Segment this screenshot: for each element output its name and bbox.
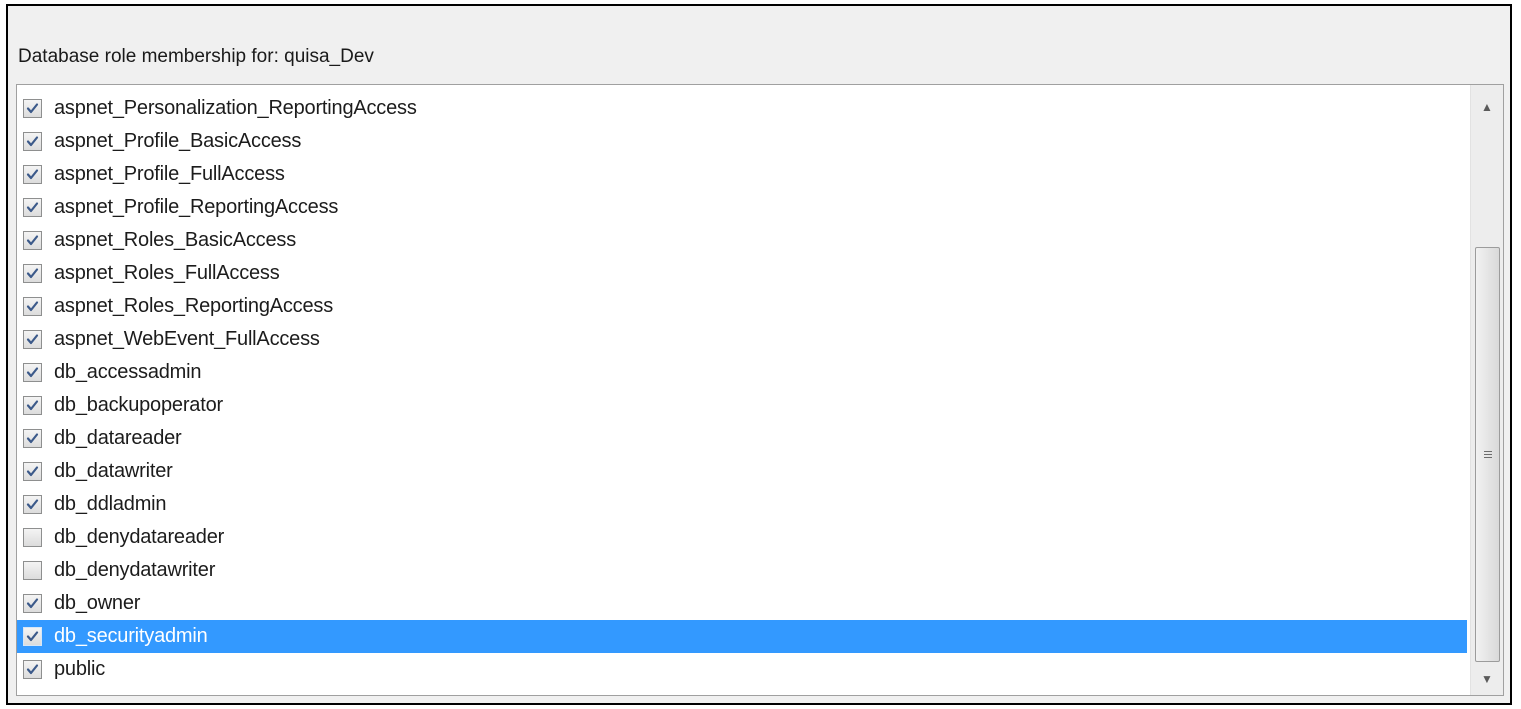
role-row[interactable]: aspnet_Roles_BasicAccess — [17, 224, 1467, 257]
role-label: db_backupoperator — [54, 394, 223, 416]
role-checkbox[interactable] — [23, 561, 42, 580]
role-label: aspnet_Roles_BasicAccess — [54, 229, 296, 251]
role-row[interactable]: db_datareader — [17, 422, 1467, 455]
role-checkbox[interactable] — [23, 528, 42, 547]
role-checkbox[interactable] — [23, 165, 42, 184]
role-label: aspnet_Roles_FullAccess — [54, 262, 280, 284]
checkmark-icon — [26, 235, 39, 246]
role-checklist[interactable]: aspnet_Personalization_ReportingAccessas… — [16, 84, 1504, 696]
checkmark-icon — [26, 367, 39, 378]
scroll-down-button[interactable]: ▼ — [1471, 663, 1503, 695]
role-row[interactable]: aspnet_Personalization_ReportingAccess — [17, 92, 1467, 125]
arrow-down-icon: ▼ — [1481, 672, 1493, 686]
role-checkbox[interactable] — [23, 264, 42, 283]
checkmark-icon — [26, 136, 39, 147]
role-checkbox[interactable] — [23, 297, 42, 316]
role-list: aspnet_Personalization_ReportingAccessas… — [17, 92, 1467, 686]
role-row[interactable]: db_denydatareader — [17, 521, 1467, 554]
role-row[interactable]: aspnet_Profile_FullAccess — [17, 158, 1467, 191]
role-label: aspnet_Profile_BasicAccess — [54, 130, 302, 152]
role-checkbox[interactable] — [23, 363, 42, 382]
role-row[interactable]: db_denydatawriter — [17, 554, 1467, 587]
vertical-scrollbar[interactable]: ▲ ▼ — [1470, 85, 1503, 695]
role-label: db_denydatareader — [54, 526, 225, 548]
scroll-thumb[interactable] — [1475, 247, 1500, 662]
role-label: aspnet_Profile_FullAccess — [54, 163, 285, 185]
checkmark-icon — [26, 664, 39, 675]
role-label: db_owner — [54, 592, 141, 614]
role-checkbox[interactable] — [23, 198, 42, 217]
checkmark-icon — [26, 598, 39, 609]
checkmark-icon — [26, 499, 39, 510]
role-membership-label: Database role membership for: quisa_Dev — [18, 46, 374, 67]
checkmark-icon — [26, 466, 39, 477]
role-label: db_accessadmin — [54, 361, 202, 383]
checkmark-icon — [26, 169, 39, 180]
role-checkbox[interactable] — [23, 99, 42, 118]
role-checkbox[interactable] — [23, 132, 42, 151]
role-row[interactable]: db_accessadmin — [17, 356, 1467, 389]
role-label: public — [54, 658, 106, 680]
checkmark-icon — [26, 268, 39, 279]
role-checkbox[interactable] — [23, 495, 42, 514]
role-row[interactable]: public — [17, 653, 1467, 686]
role-checkbox[interactable] — [23, 660, 42, 679]
role-row[interactable]: db_securityadmin — [17, 620, 1467, 653]
role-label: db_securityadmin — [54, 625, 208, 647]
role-label: db_ddladmin — [54, 493, 167, 515]
role-row[interactable]: aspnet_WebEvent_FullAccess — [17, 323, 1467, 356]
checkmark-icon — [26, 400, 39, 411]
checkmark-icon — [26, 103, 39, 114]
checkmark-icon — [26, 202, 39, 213]
role-label: aspnet_Roles_ReportingAccess — [54, 295, 334, 317]
role-row[interactable]: aspnet_Profile_ReportingAccess — [17, 191, 1467, 224]
role-row[interactable]: db_owner — [17, 587, 1467, 620]
role-checkbox[interactable] — [23, 330, 42, 349]
scroll-up-button[interactable]: ▲ — [1471, 91, 1503, 123]
role-label: db_datawriter — [54, 460, 173, 482]
grip-icon — [1483, 451, 1492, 458]
role-label: db_datareader — [54, 427, 182, 449]
role-label: db_denydatawriter — [54, 559, 216, 581]
role-row[interactable]: aspnet_Roles_ReportingAccess — [17, 290, 1467, 323]
role-row[interactable]: db_backupoperator — [17, 389, 1467, 422]
checkmark-icon — [26, 631, 39, 642]
role-checkbox[interactable] — [23, 231, 42, 250]
arrow-up-icon: ▲ — [1481, 100, 1493, 114]
role-checkbox[interactable] — [23, 429, 42, 448]
role-label: aspnet_Profile_ReportingAccess — [54, 196, 339, 218]
role-checkbox[interactable] — [23, 396, 42, 415]
role-membership-panel: Database role membership for: quisa_Dev … — [6, 4, 1512, 705]
role-checkbox[interactable] — [23, 594, 42, 613]
role-row[interactable]: aspnet_Profile_BasicAccess — [17, 125, 1467, 158]
role-row[interactable]: db_ddladmin — [17, 488, 1467, 521]
checkmark-icon — [26, 301, 39, 312]
role-row[interactable]: aspnet_Roles_FullAccess — [17, 257, 1467, 290]
role-label: aspnet_Personalization_ReportingAccess — [54, 97, 417, 119]
role-checkbox[interactable] — [23, 627, 42, 646]
checkmark-icon — [26, 334, 39, 345]
role-checkbox[interactable] — [23, 462, 42, 481]
role-row[interactable]: db_datawriter — [17, 455, 1467, 488]
checkmark-icon — [26, 433, 39, 444]
role-label: aspnet_WebEvent_FullAccess — [54, 328, 320, 350]
